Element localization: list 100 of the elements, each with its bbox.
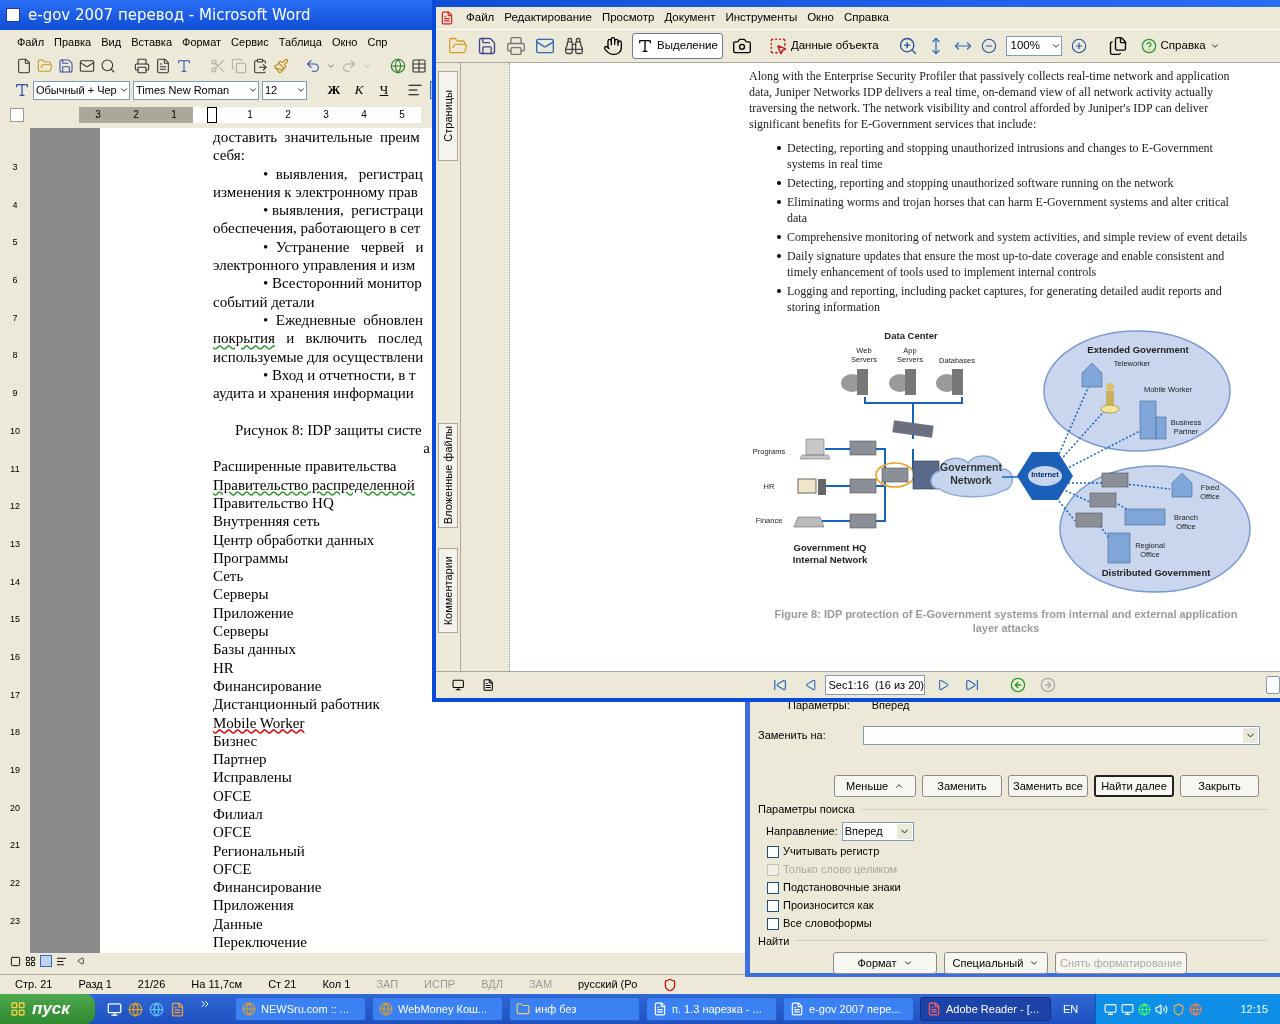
size-dropdown[interactable]: 12 [262, 80, 307, 100]
checkbox[interactable] [767, 881, 779, 894]
caret-icon[interactable] [296, 85, 306, 95]
zoom-in-icon[interactable] [897, 36, 918, 56]
menu-item[interactable]: Файл [12, 33, 50, 51]
language-indicator[interactable]: EN [1063, 1000, 1079, 1018]
desktop-icon[interactable] [107, 1001, 122, 1017]
tab-stop-button[interactable] [10, 108, 24, 122]
globe-icon[interactable] [390, 58, 406, 74]
side-tab[interactable]: Страницы [438, 71, 458, 161]
view-icon[interactable] [25, 955, 36, 967]
menu-item[interactable]: Окно [803, 9, 838, 27]
taskbar-button[interactable]: инф без [509, 997, 640, 1021]
dialog-button[interactable]: Закрыть [1180, 775, 1259, 797]
format-button[interactable]: Ч [373, 80, 395, 100]
checkbox[interactable] [767, 899, 779, 912]
start-button[interactable]: пуск [0, 994, 95, 1024]
zoom-out-icon[interactable] [980, 38, 997, 54]
menu-item[interactable]: Формат [177, 33, 227, 51]
style-dropdown[interactable]: Обычный + Чер [33, 80, 130, 100]
hand-icon[interactable] [603, 36, 623, 56]
direction-dropdown[interactable]: Вперед [841, 821, 914, 841]
window-button[interactable] [1265, 676, 1280, 694]
search-icon[interactable] [100, 58, 116, 74]
page-icon[interactable] [482, 678, 495, 692]
new-document-icon[interactable] [16, 58, 32, 74]
undo-icon[interactable] [305, 58, 321, 74]
network-icon[interactable] [1121, 1002, 1134, 1016]
mail-icon[interactable] [535, 36, 555, 56]
styles-icon[interactable] [14, 82, 30, 98]
menu-item[interactable]: Вид [96, 33, 127, 51]
pdf-app-icon[interactable] [440, 11, 454, 25]
replace-field[interactable] [863, 726, 1260, 745]
taskbar-button[interactable]: WebMoney Кош... [372, 997, 503, 1021]
zoom-field[interactable]: 100% [1005, 36, 1062, 56]
mail-icon[interactable] [79, 58, 95, 74]
taskbar-button[interactable]: NEWSru.com :: ... [235, 997, 366, 1021]
indent-marker-icon[interactable] [193, 107, 231, 123]
dialog-button[interactable]: Формат [833, 952, 937, 974]
spellcheck-icon[interactable] [663, 977, 678, 992]
print-preview-icon[interactable] [155, 58, 171, 74]
dialog-button[interactable]: Заменить все [1008, 775, 1088, 797]
view-icon[interactable] [10, 955, 21, 967]
menu-item[interactable]: Правка [49, 33, 97, 51]
document-icon[interactable] [170, 1001, 185, 1017]
save-icon[interactable] [477, 36, 497, 56]
scroll-left-icon[interactable] [77, 957, 85, 965]
table-icon[interactable] [411, 58, 427, 74]
menu-item[interactable]: Редактирование [500, 9, 596, 27]
caret-icon[interactable] [326, 61, 336, 71]
pages-icon[interactable] [1107, 36, 1128, 56]
menu-item[interactable]: Спр [362, 33, 393, 51]
select-tool-button[interactable]: Выделение [632, 33, 723, 59]
speaker-icon[interactable] [1155, 1002, 1168, 1016]
network-icon[interactable] [1104, 1002, 1117, 1016]
brush-icon[interactable] [273, 58, 289, 74]
next-page-icon[interactable] [937, 678, 950, 692]
caret-icon[interactable] [119, 85, 129, 95]
format-button[interactable]: К [348, 80, 370, 100]
help-button[interactable]: Справка [1140, 37, 1220, 55]
taskbar-button[interactable]: Adobe Reader - [... [920, 997, 1051, 1021]
checkbox[interactable] [767, 845, 779, 858]
caret-icon[interactable] [1050, 41, 1061, 51]
taskbar-button[interactable]: e-gov 2007 пере... [783, 997, 914, 1021]
paste-icon[interactable] [252, 58, 268, 74]
menu-item[interactable]: Сервис [226, 33, 274, 51]
side-tab[interactable]: Комментарии [438, 548, 458, 633]
last-page-icon[interactable] [965, 677, 980, 693]
menu-item[interactable]: Таблица [273, 33, 327, 51]
side-tab[interactable]: Вложенные файлы [438, 423, 458, 528]
printer-icon[interactable] [134, 58, 150, 74]
word-app-icon[interactable] [6, 8, 20, 22]
caret-icon[interactable] [248, 85, 258, 95]
menu-item[interactable]: Документ [660, 9, 720, 27]
previous-page-icon[interactable] [805, 678, 818, 692]
browser-icon[interactable] [128, 1001, 143, 1017]
format-button[interactable]: Ж [323, 80, 345, 100]
menu-item[interactable]: Справка [839, 9, 893, 27]
chevron-icon[interactable] [199, 998, 211, 1010]
save-icon[interactable] [58, 58, 74, 74]
checkbox[interactable] [767, 917, 779, 930]
first-page-icon[interactable] [772, 677, 788, 693]
printer-icon[interactable] [506, 36, 526, 56]
menu-item[interactable]: Вставка [126, 33, 177, 51]
menu-item[interactable]: Инструменты [721, 9, 802, 27]
dialog-button[interactable]: Специальный [944, 952, 1048, 974]
align-left-icon[interactable] [407, 82, 423, 98]
font-dropdown[interactable]: Times New Roman [133, 80, 259, 100]
camera-icon[interactable] [731, 36, 752, 56]
monitor-icon[interactable] [452, 678, 465, 692]
zoom-in-icon[interactable] [1070, 38, 1087, 54]
back-icon[interactable] [1009, 676, 1026, 694]
taskbar-button[interactable]: п. 1.3 нарезка - ... [646, 997, 777, 1021]
view-icon[interactable] [56, 955, 67, 967]
menu-item[interactable]: Просмотр [597, 9, 659, 27]
dialog-button[interactable]: Заменить [922, 775, 1002, 797]
print-view-icon[interactable] [40, 955, 52, 967]
binoculars-icon[interactable] [564, 36, 584, 56]
dialog-button[interactable]: Меньше [834, 775, 916, 797]
menu-item[interactable]: Окно [326, 33, 363, 51]
